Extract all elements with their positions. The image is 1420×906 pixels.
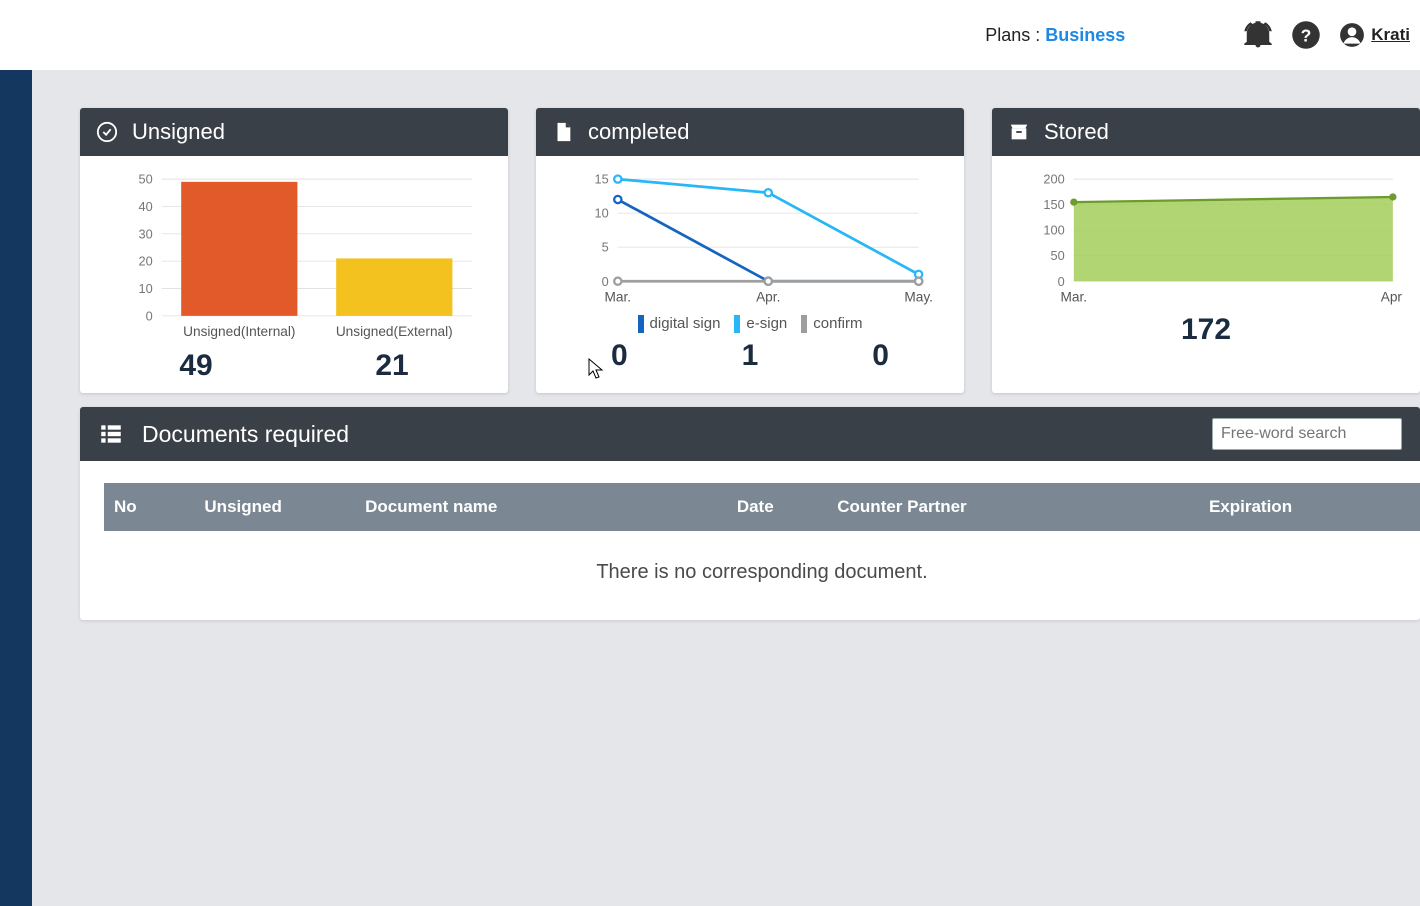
alarm-icon[interactable] bbox=[1243, 20, 1273, 50]
completed-metric-2: 0 bbox=[872, 339, 889, 373]
unsigned-metrics: 49 21 bbox=[98, 349, 490, 383]
svg-text:?: ? bbox=[1301, 25, 1312, 45]
col-document-name: Document name bbox=[355, 483, 727, 531]
svg-text:20: 20 bbox=[139, 254, 153, 269]
content-area: Unsigned 01020304050Unsigned(Internal)Un… bbox=[32, 70, 1420, 906]
card-completed-title: completed bbox=[588, 119, 690, 145]
chart-stored: 0 50 100 150 200 Mar. Apr. bbox=[1010, 170, 1402, 307]
stored-metrics: 172 bbox=[1010, 313, 1402, 347]
col-date: Date bbox=[727, 483, 827, 531]
top-bar: Plans : Business ? Krati bbox=[0, 0, 1420, 70]
card-unsigned-title: Unsigned bbox=[132, 119, 225, 145]
svg-text:100: 100 bbox=[1043, 223, 1064, 238]
list-icon bbox=[98, 421, 124, 447]
plan-name: Business bbox=[1045, 25, 1125, 45]
svg-text:0: 0 bbox=[1058, 274, 1065, 289]
completed-metrics: 0 1 0 bbox=[554, 339, 946, 373]
help-icon[interactable]: ? bbox=[1291, 20, 1321, 50]
svg-text:0: 0 bbox=[602, 274, 609, 289]
completed-metric-1: 1 bbox=[742, 339, 759, 373]
user-icon bbox=[1339, 22, 1365, 48]
svg-text:Apr.: Apr. bbox=[756, 289, 780, 304]
svg-text:30: 30 bbox=[139, 226, 153, 241]
svg-text:May.: May. bbox=[904, 289, 933, 304]
unsigned-metric-external: 21 bbox=[375, 349, 408, 383]
svg-text:0: 0 bbox=[146, 308, 153, 323]
completed-legend: digital sign e-sign confirm bbox=[554, 315, 946, 333]
chart-completed: 0 5 10 15 Mar. Apr. May. bbox=[554, 170, 946, 307]
svg-text:10: 10 bbox=[139, 281, 153, 296]
svg-text:Mar.: Mar. bbox=[1061, 289, 1088, 304]
card-unsigned: Unsigned 0 10 20 30 40 50 Unsigned(Internal) Un… bbox=[80, 108, 508, 393]
card-completed: completed 051015Mar.Apr.May. digital sig… bbox=[536, 108, 964, 393]
col-no: No bbox=[104, 483, 194, 531]
card-completed-header: completed bbox=[536, 108, 964, 156]
user-name: Krati bbox=[1371, 25, 1410, 45]
completed-metric-0: 0 bbox=[611, 339, 628, 373]
legend-e-sign: e-sign bbox=[734, 315, 787, 333]
svg-text:10: 10 bbox=[595, 206, 609, 221]
svg-text:50: 50 bbox=[1051, 248, 1065, 263]
table-header-row: No Unsigned Document name Date Counter P… bbox=[104, 483, 1420, 531]
svg-text:Mar.: Mar. bbox=[605, 289, 632, 304]
plan-indicator: Plans : Business bbox=[985, 25, 1125, 46]
card-unsigned-header: Unsigned bbox=[80, 108, 508, 156]
documents-title: Documents required bbox=[142, 421, 349, 448]
plans-label: Plans : bbox=[985, 25, 1045, 45]
user-menu[interactable]: Krati bbox=[1339, 22, 1410, 48]
empty-message: There is no corresponding document. bbox=[104, 531, 1420, 590]
svg-text:Unsigned(Internal): Unsigned(Internal) bbox=[183, 324, 295, 339]
chart-unsigned: 0 10 20 30 40 50 Unsigned(Internal) Unsigned(Ex… bbox=[98, 170, 490, 343]
cards-row: Unsigned 01020304050Unsigned(Internal)Un… bbox=[80, 108, 1420, 393]
search-input[interactable] bbox=[1212, 418, 1402, 450]
svg-text:Apr.: Apr. bbox=[1381, 289, 1402, 304]
legend-digital-sign: digital sign bbox=[638, 315, 721, 333]
document-icon bbox=[552, 121, 574, 143]
check-circle-icon bbox=[96, 121, 118, 143]
stored-metric: 172 bbox=[1181, 313, 1231, 347]
col-counter-partner: Counter Partner bbox=[827, 483, 1199, 531]
svg-text:150: 150 bbox=[1043, 197, 1064, 212]
card-stored-header: Stored bbox=[992, 108, 1420, 156]
documents-table: No Unsigned Document name Date Counter P… bbox=[104, 483, 1420, 531]
col-expiration: Expiration bbox=[1199, 483, 1420, 531]
archive-icon bbox=[1008, 121, 1030, 143]
documents-header: Documents required bbox=[80, 407, 1420, 461]
sidebar bbox=[0, 70, 32, 906]
svg-text:Unsigned(External): Unsigned(External) bbox=[336, 324, 453, 339]
svg-text:40: 40 bbox=[139, 199, 153, 214]
legend-confirm: confirm bbox=[801, 315, 862, 333]
svg-text:5: 5 bbox=[602, 240, 609, 255]
documents-section: Documents required No Unsigned Document … bbox=[80, 407, 1420, 620]
card-stored: Stored 0 50 100 150 200 Mar. Apr. 172 bbox=[992, 108, 1420, 393]
unsigned-metric-internal: 49 bbox=[179, 349, 212, 383]
svg-text:50: 50 bbox=[139, 172, 153, 187]
card-stored-title: Stored bbox=[1044, 119, 1109, 145]
col-unsigned: Unsigned bbox=[194, 483, 355, 531]
svg-text:200: 200 bbox=[1043, 172, 1064, 187]
svg-text:15: 15 bbox=[595, 172, 609, 187]
